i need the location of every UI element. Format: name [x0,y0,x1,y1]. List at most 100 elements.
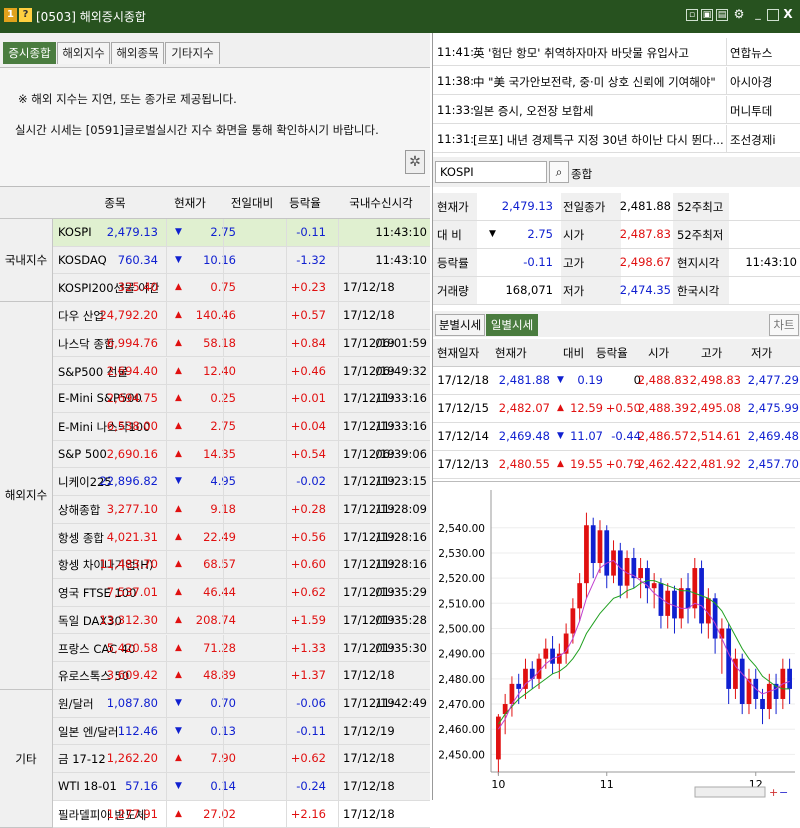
column-divider [166,662,167,689]
news-item[interactable]: 11:38: 中 "美 국가안보전략, 중·미 상호 신뢰에 기여해야" 아시아경 [433,67,800,95]
copy-icon[interactable]: ▣ [701,9,713,21]
candle-body [590,525,596,564]
row-date: 17/12/18 [343,280,395,295]
dock-icon[interactable]: ▫ [686,9,698,21]
zoom-in-icon: + [769,786,778,799]
table-row[interactable]: 유로스톡스 50 3,609.42 ▲ 48.89 +1.37 17/12/18 [53,662,430,690]
tab-foreign-stocks[interactable]: 해외종목 [111,42,164,64]
table-row[interactable]: E-Mini S&P5002,694.75▲0.25+0.0117/12/191… [53,385,430,413]
daily-header: 시가 [648,346,670,360]
daily-row[interactable]: 17/12/15 2,482.07 ▲ 12.59 +0.50 2,488.39 2,495… [433,395,800,423]
table-row[interactable]: S&P 500 2,690.16 ▲ 14.35 +0.54 17/12/19 06:39:… [53,440,430,469]
row-change: 48.89 [203,668,236,683]
column-divider [223,302,224,329]
table-row[interactable]: 원/달러1,087.80▼0.70-0.0617/12/1911:42:49 [53,689,430,718]
row-pct: +0.01 [290,391,326,406]
tab-other-index[interactable]: 기타지수 [165,42,220,64]
close-icon[interactable]: X [782,8,794,21]
down-arrow-icon: ▼ [557,431,564,441]
table-row[interactable]: S&P500 선물 2,694.40 ▲ 12.40 +0.46 17/12/19 06:4… [53,357,430,386]
screen-number-badge[interactable]: 1 [4,8,17,22]
table-row[interactable]: 나스닥 종합 6,994.76 ▲ 58.18 +0.84 17/12/19 06:01:5… [53,329,430,358]
notice-realtime-text: 실시간 시세는 [0591]글로벌실시간 지수 화면을 통해 확인하시기 바랍니… [15,123,379,137]
table-row[interactable]: 영국 FTSE 100 7,537.01 ▲ 46.44 +0.62 17/12/19 01… [53,579,430,607]
candle-body [584,525,589,584]
news-item[interactable]: 11:31: [르포] 내년 경제특구 지정 30년 하이난 다시 뛴다... 조선… [433,125,800,153]
table-row[interactable]: KOSPI200선물 야간325.40▲0.75+0.2317/12/18 [53,274,430,303]
daily-price: 2,482.07 [498,401,550,415]
column-divider [166,440,167,468]
minimize-icon[interactable]: _ [752,8,764,21]
tab-minute-quotes[interactable]: 분별시세 [435,314,485,336]
search-input[interactable]: KOSPI [435,161,547,183]
daily-row[interactable]: 17/12/18 2,481.88 ▼ 0.19 0 2,488.83 2,498.83 2,… [433,367,800,395]
row-price: 24,792.20 [99,308,158,323]
row-price: 6,994.76 [106,335,158,350]
daily-header: 현재가 [495,346,527,360]
row-pct: +2.16 [290,806,326,821]
column-divider [166,302,167,329]
maximize-icon[interactable] [767,9,779,21]
quote-label: 등락률 [437,256,469,270]
up-arrow-icon: ▲ [175,393,182,404]
search-icon[interactable]: ⌕ [549,161,569,183]
row-time: 11:33:16 [375,391,427,406]
gear-icon[interactable]: ✲ [405,150,425,174]
column-divider [286,800,287,828]
candle-body [570,608,576,634]
daily-pct: +0.50 [605,401,641,415]
column-divider [166,551,167,579]
tab-daily-quotes[interactable]: 일별시세 [486,314,538,336]
table-row[interactable]: 니케이22522,896.82▼4.95-0.0217/12/1911:23:1… [53,468,430,496]
tab-market-summary[interactable]: 증시종합 [3,42,56,64]
table-row[interactable]: 상해종합3,277.10▲9.18+0.2817/12/1911:28:09 [53,496,430,524]
help-icon[interactable]: ? [19,8,32,22]
table-row[interactable]: 다우 산업 24,792.20 ▲ 140.46 +0.57 17/12/18 [53,302,430,330]
up-arrow-icon: ▲ [175,448,182,459]
row-date: 17/12/18 [343,308,395,323]
column-divider [166,219,167,246]
column-divider [286,412,287,440]
daily-date: 17/12/13 [437,457,489,471]
quote-value: -0.11 [523,255,553,269]
column-divider [166,717,167,745]
quote-value: 2,479.13 [501,199,553,213]
row-date: 17/12/18 [343,806,395,821]
settings-icon[interactable]: ⚙ [733,8,745,21]
column-divider [338,606,339,634]
column-divider [166,246,167,274]
daily-change: 19.55 [570,457,603,471]
table-row[interactable]: WTI 18-0157.16▼0.14-0.2417/12/18 [53,773,430,801]
column-divider [286,496,287,523]
down-arrow-icon: ▼ [175,697,182,708]
table-row[interactable]: E-Mini 나스닥1006,538.00▲2.75+0.0417/12/191… [53,412,430,441]
column-divider [286,745,287,772]
tab-foreign-index[interactable]: 해외지수 [57,42,110,64]
table-row[interactable]: 금 17-121,262.20▲7.90+0.6217/12/18 [53,745,430,773]
news-source: 조선경제i [730,133,776,147]
news-item[interactable]: 11:41: 英 '험단 항모' 취역하자마자 바닷물 유입사고 연합뉴스 [433,38,800,66]
table-row[interactable]: 필라델피아 반도체 1,277.91 ▲ 27.02 +2.16 17/12/18 [53,800,430,828]
column-divider [726,38,727,65]
candle-body [692,568,698,609]
news-item[interactable]: 11:33: 일본 증시, 오전장 보합세 머니투데 [433,96,800,124]
candle-body [550,648,555,664]
daily-row[interactable]: 17/12/13 2,480.55 ▲ 19.55 +0.79 2,462.42 2,481… [433,451,800,479]
up-arrow-icon: ▲ [175,337,182,348]
daily-low: 2,477.29 [747,373,799,387]
daily-row[interactable]: 17/12/14 2,469.48 ▼ 11.07 -0.44 2,486.57 2,514… [433,423,800,451]
table-row[interactable]: 프랑스 CAC 40 5,420.58 ▲ 71.28 +1.33 17/12/19 01:… [53,634,430,663]
table-row[interactable]: KOSPI2,479.13▼2.75-0.1111:43:10 [53,219,430,247]
index-table-header: 종목 현재가 전일대비 등락율 국내수신시각 [0,189,430,219]
search-bar: KOSPI ⌕ 종합 [433,157,800,187]
print-icon[interactable]: ▤ [716,9,728,21]
table-row[interactable]: 항셍 차이나기업(H) 11,483.70 ▲ 68.57 +0.60 17/12/19 1… [53,551,430,580]
quote-row: 대 비 ▼ 2.75 시가 2,487.83 52주최저 [433,221,800,249]
chart-button[interactable]: 차트 [769,314,799,336]
table-row[interactable]: 일본 엔/달러112.46▼0.13-0.1117/12/19 [53,717,430,746]
row-price: 325.40 [117,280,158,295]
table-row[interactable]: KOSDAQ 760.34 ▼ 10.16 -1.32 11:43:10 [53,246,430,275]
quote-label: 52주최저 [677,228,724,242]
table-row[interactable]: 항셍 종합 4,021.31 ▲ 22.49 +0.56 17/12/19 11:28:16 [53,523,430,552]
table-row[interactable]: 독일 DAX30 13,312.30 ▲ 208.74 +1.59 17/12/19 01:… [53,606,430,635]
